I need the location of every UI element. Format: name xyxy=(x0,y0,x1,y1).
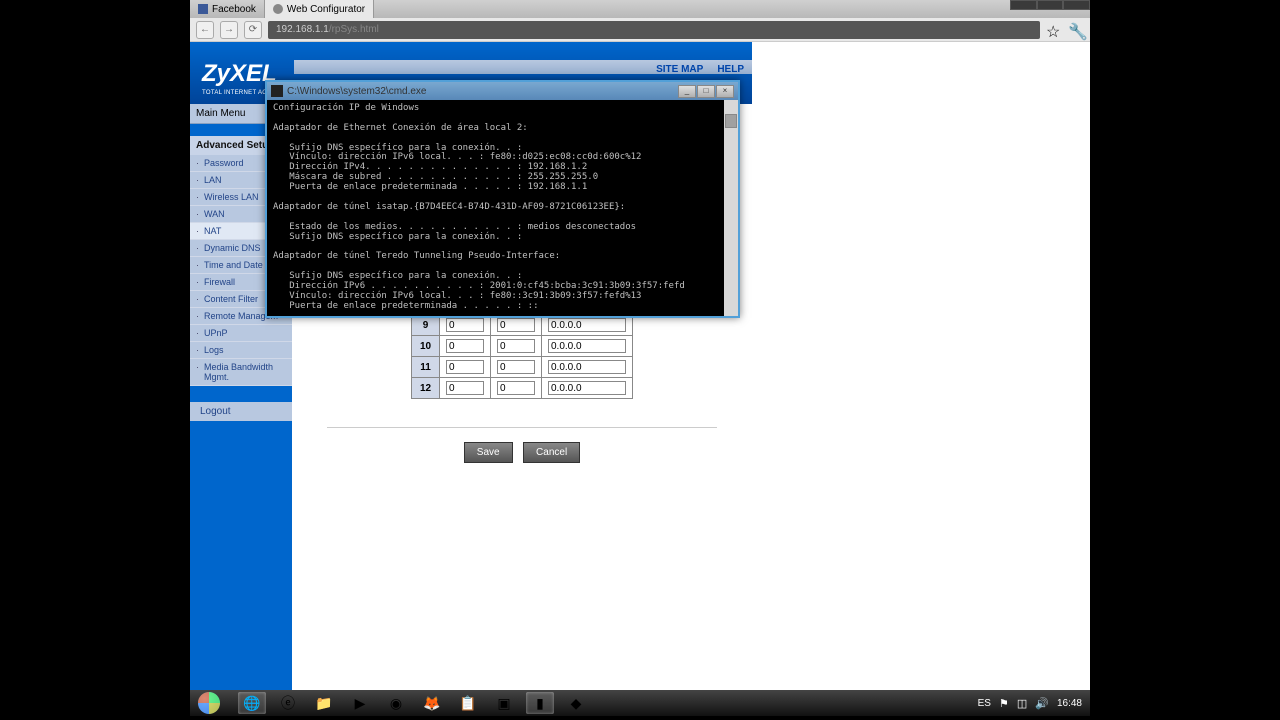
help-link[interactable]: HELP xyxy=(717,64,744,75)
table-row: 12 xyxy=(412,378,633,399)
tab-web-configurator[interactable]: Web Configurator xyxy=(265,0,374,18)
network-icon[interactable]: ◫ xyxy=(1017,697,1027,710)
cmd-window[interactable]: C:\Windows\system32\cmd.exe _ □ × Config… xyxy=(265,80,740,318)
url-path: /rpSys.html xyxy=(329,24,379,35)
taskbar-wmp-icon[interactable]: ◉ xyxy=(382,692,410,714)
system-tray: ES ⚑ ◫ 🔊 16:48 xyxy=(970,697,1090,710)
ip-input[interactable] xyxy=(548,360,626,374)
logout-link[interactable]: Logout xyxy=(190,402,292,421)
url-host: 192.168.1.1 xyxy=(276,24,329,35)
cmd-scrollbar[interactable] xyxy=(724,100,738,316)
sidebar-item-logs[interactable]: Logs xyxy=(190,342,292,359)
taskbar: 🌐 ⓔ 📁 ▶ ◉ 🦊 📋 ▣ ▮ ◆ ES ⚑ ◫ 🔊 16:48 xyxy=(190,690,1090,716)
port-start-input[interactable] xyxy=(446,360,484,374)
ip-input[interactable] xyxy=(548,339,626,353)
cmd-titlebar[interactable]: C:\Windows\system32\cmd.exe _ □ × xyxy=(267,82,738,100)
facebook-icon xyxy=(198,4,208,14)
window-controls xyxy=(1010,0,1090,10)
cmd-scroll-thumb[interactable] xyxy=(725,114,737,128)
tab-label: Facebook xyxy=(212,4,256,15)
table-row: 10 xyxy=(412,336,633,357)
row-index: 10 xyxy=(412,336,440,357)
sidebar-item-media-bandwidth-mgmt-[interactable]: Media Bandwidth Mgmt. xyxy=(190,359,292,386)
maximize-button[interactable] xyxy=(1037,0,1064,10)
language-indicator[interactable]: ES xyxy=(978,698,991,709)
port-start-input[interactable] xyxy=(446,318,484,332)
cmd-output: Configuración IP de Windows Adaptador de… xyxy=(267,100,738,316)
taskbar-firefox-icon[interactable]: 🦊 xyxy=(418,692,446,714)
taskbar-ie-icon[interactable]: ⓔ xyxy=(274,692,302,714)
nav-bar: ← → ⟳ 192.168.1.1/rpSys.html ☆ 🔧 xyxy=(190,18,1090,42)
port-start-input[interactable] xyxy=(446,339,484,353)
clock[interactable]: 16:48 xyxy=(1057,698,1082,709)
close-button[interactable] xyxy=(1063,0,1090,10)
row-index: 11 xyxy=(412,357,440,378)
cancel-button[interactable]: Cancel xyxy=(523,442,580,463)
flag-icon[interactable]: ⚑ xyxy=(999,697,1009,710)
taskbar-chrome-icon[interactable]: 🌐 xyxy=(238,692,266,714)
star-icon[interactable]: ☆ xyxy=(1046,22,1062,38)
port-end-input[interactable] xyxy=(497,318,535,332)
back-button[interactable]: ← xyxy=(196,21,214,39)
save-button[interactable]: Save xyxy=(464,442,513,463)
tab-strip: Facebook Web Configurator xyxy=(190,0,1090,18)
taskbar-app2-icon[interactable]: ◆ xyxy=(562,692,590,714)
url-bar[interactable]: 192.168.1.1/rpSys.html xyxy=(268,21,1040,39)
sitemap-link[interactable]: SITE MAP xyxy=(656,64,703,75)
minimize-button[interactable] xyxy=(1010,0,1037,10)
cmd-maximize-button[interactable]: □ xyxy=(697,85,715,98)
port-start-input[interactable] xyxy=(446,381,484,395)
divider xyxy=(327,427,717,428)
tab-label: Web Configurator xyxy=(287,4,365,15)
port-end-input[interactable] xyxy=(497,381,535,395)
cmd-icon xyxy=(271,85,283,97)
taskbar-media-icon[interactable]: ▶ xyxy=(346,692,374,714)
table-row: 11 xyxy=(412,357,633,378)
row-index: 12 xyxy=(412,378,440,399)
ip-input[interactable] xyxy=(548,318,626,332)
taskbar-explorer-icon[interactable]: 📁 xyxy=(310,692,338,714)
taskbar-notes-icon[interactable]: 📋 xyxy=(454,692,482,714)
port-end-input[interactable] xyxy=(497,339,535,353)
port-end-input[interactable] xyxy=(497,360,535,374)
cmd-minimize-button[interactable]: _ xyxy=(678,85,696,98)
sidebar-item-upnp[interactable]: UPnP xyxy=(190,325,292,342)
ip-input[interactable] xyxy=(548,381,626,395)
reload-button[interactable]: ⟳ xyxy=(244,21,262,39)
forward-button[interactable]: → xyxy=(220,21,238,39)
gear-icon xyxy=(273,4,283,14)
taskbar-app1-icon[interactable]: ▣ xyxy=(490,692,518,714)
nat-rules-table: 9101112 xyxy=(411,314,633,399)
tab-facebook[interactable]: Facebook xyxy=(190,0,265,18)
wrench-icon[interactable]: 🔧 xyxy=(1068,22,1084,38)
cmd-title-text: C:\Windows\system32\cmd.exe xyxy=(287,86,678,97)
cmd-close-button[interactable]: × xyxy=(716,85,734,98)
taskbar-cmd-icon[interactable]: ▮ xyxy=(526,692,554,714)
start-button[interactable] xyxy=(190,690,228,716)
volume-icon[interactable]: 🔊 xyxy=(1035,697,1049,710)
